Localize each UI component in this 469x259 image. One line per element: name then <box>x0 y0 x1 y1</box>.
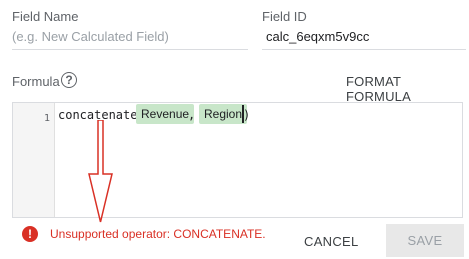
field-name-label: Field Name <box>12 9 79 24</box>
cancel-button[interactable]: CANCEL <box>304 234 359 249</box>
field-chip-revenue[interactable]: Revenue <box>136 104 195 124</box>
formula-separator: , <box>188 108 196 122</box>
editor-gutter: 1 <box>13 103 55 217</box>
field-name-underline <box>12 49 248 50</box>
save-button[interactable]: SAVE <box>386 224 464 257</box>
error-message: Unsupported operator: CONCATENATE. <box>50 227 266 241</box>
field-id-input[interactable]: calc_6eqxm5v9cc <box>266 29 466 44</box>
field-id-label: Field ID <box>262 9 307 24</box>
line-number: 1 <box>43 113 50 124</box>
formula-closing-paren: ) <box>243 108 251 122</box>
formula-label: Formula <box>12 74 60 89</box>
field-id-underline <box>262 49 466 50</box>
format-formula-button[interactable]: FORMAT FORMULA <box>346 74 469 104</box>
field-chip-region[interactable]: Region <box>199 104 248 124</box>
field-name-input[interactable]: (e.g. New Calculated Field) <box>12 29 248 47</box>
annotation-arrow <box>88 120 113 223</box>
error-icon: ! <box>22 226 38 242</box>
help-icon[interactable]: ? <box>61 72 77 88</box>
